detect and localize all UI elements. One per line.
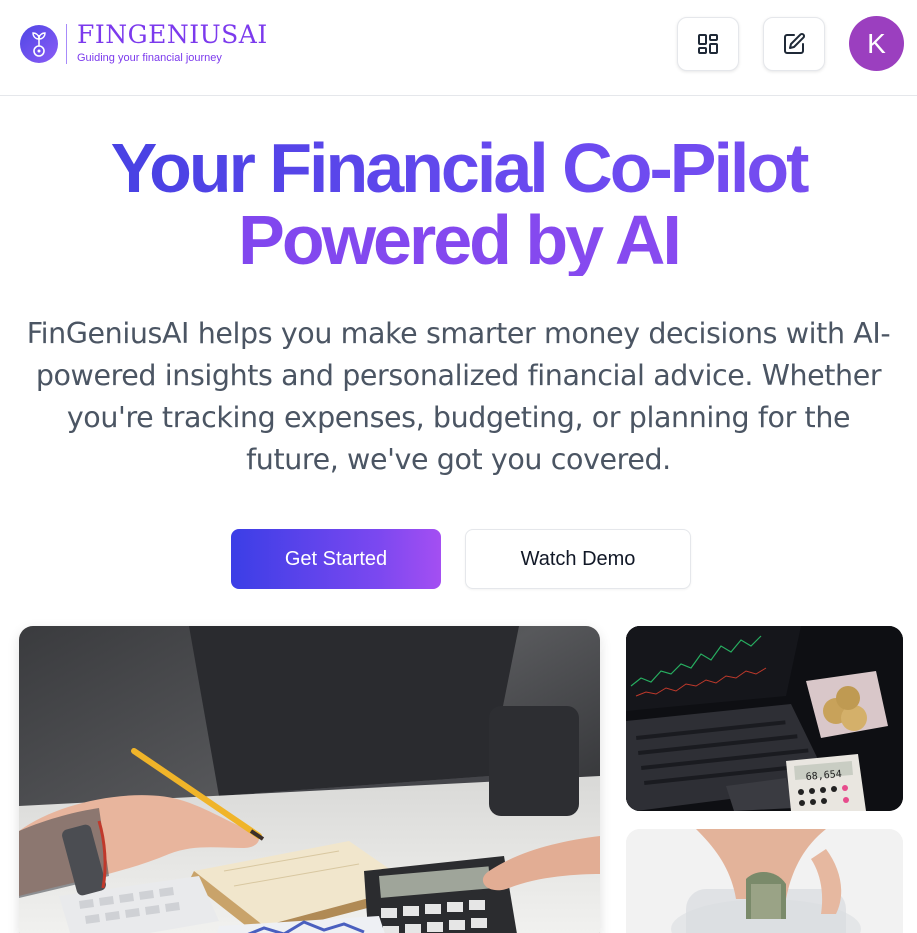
- hero-subtitle-line-2: powered insights and personalized financ…: [35, 359, 882, 392]
- logo-icon[interactable]: [20, 25, 58, 63]
- get-started-button[interactable]: Get Started: [231, 529, 441, 589]
- hero-title: Your Financial Co-Pilot Powered by AI: [0, 132, 917, 276]
- hero-title-line-1: Your Financial Co-Pilot: [0, 132, 917, 204]
- hero-subtitle-line-4: future, we've got you covered.: [246, 443, 671, 476]
- hero-subtitle-line-1: FinGeniusAI helps you make smarter money…: [26, 317, 891, 350]
- user-avatar[interactable]: K: [849, 16, 904, 71]
- hero-subtitle: FinGeniusAI helps you make smarter money…: [10, 313, 907, 481]
- side-image-trading: 68,654: [626, 626, 903, 811]
- top-header: FINGENIUSAI Guiding your financial journ…: [0, 0, 917, 96]
- side-image-coin-jar: [626, 829, 903, 933]
- logo-divider: [66, 24, 67, 64]
- dashboard-button[interactable]: [677, 17, 739, 71]
- hero-subtitle-line-3: you're tracking expenses, budgeting, or …: [66, 401, 851, 434]
- brand-tagline: Guiding your financial journey: [77, 52, 222, 64]
- hero-title-line-2: Powered by AI: [0, 204, 917, 276]
- hero-image-notebook: [19, 626, 600, 933]
- edit-button[interactable]: [763, 17, 825, 71]
- watch-demo-button[interactable]: Watch Demo: [465, 529, 691, 589]
- grid-icon: [698, 34, 718, 54]
- edit-icon: [784, 33, 805, 54]
- brand-name[interactable]: FINGENIUSAI: [77, 20, 268, 49]
